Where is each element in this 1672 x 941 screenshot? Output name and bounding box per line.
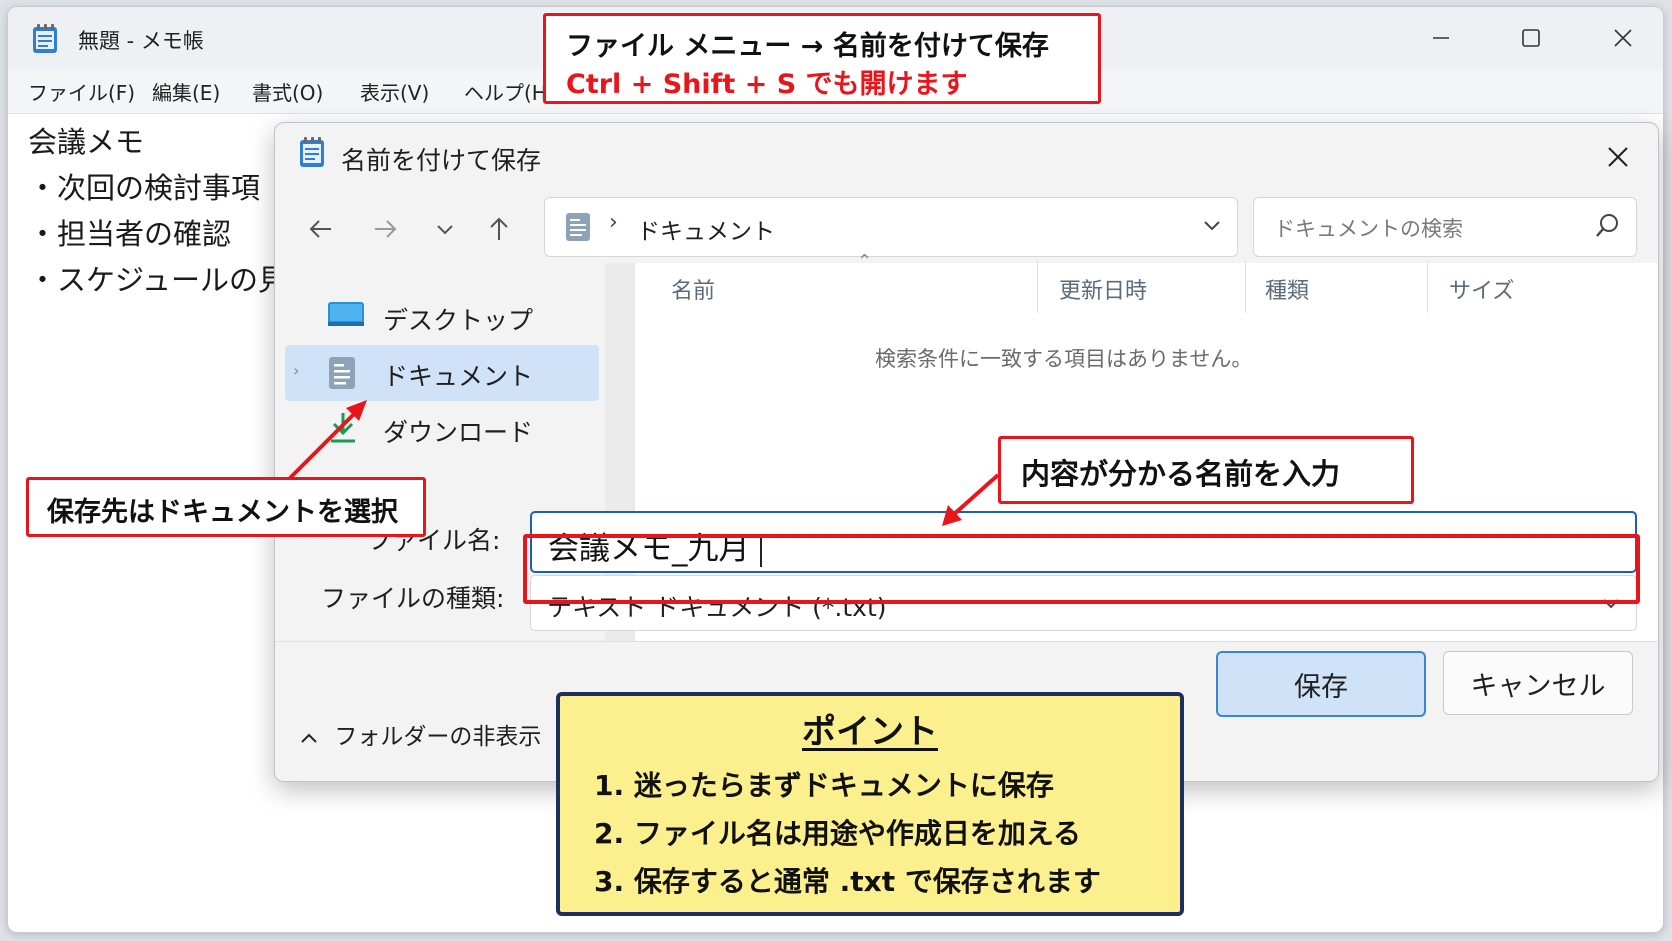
nav-label: ドキュメント [383, 362, 534, 391]
tip-item: 3. 保存すると通常 .txt で保存されます [594, 865, 1101, 898]
callout-text: 保存先はドキュメントを選択 [47, 497, 398, 528]
text-line: ・担当者の確認 [28, 217, 232, 251]
filename-callout: 内容が分かる名前を入力 [998, 436, 1414, 504]
nav-label: デスクトップ [383, 306, 534, 335]
forward-arrow-icon[interactable] [365, 209, 405, 249]
sort-ascending-icon: ⌃ [857, 251, 873, 272]
document-icon [565, 212, 591, 246]
back-arrow-icon[interactable] [301, 209, 341, 249]
text-line: ・スケジュールの見 [28, 263, 287, 297]
menu-file[interactable]: ファイル(F) [28, 77, 135, 106]
column-divider[interactable] [1037, 261, 1038, 313]
dialog-close-button[interactable] [1598, 137, 1638, 177]
search-input[interactable]: ドキュメントの検索 [1274, 213, 1463, 243]
hide-folders-toggle[interactable]: フォルダーの非表示 [299, 717, 541, 751]
nav-label: ダウンロード [383, 418, 534, 447]
save-button[interactable]: 保存 [1216, 651, 1426, 717]
notepad-icon [297, 135, 327, 173]
callout-text: 内容が分かる名前を入力 [1021, 457, 1341, 491]
breadcrumb-current[interactable]: ドキュメント [637, 212, 775, 246]
callout-line-shortcut: Ctrl + Shift + S でも開けます [566, 69, 968, 100]
notepad-text-area[interactable]: 会議メモ ・次回の検討事項 ・担当者の確認 ・スケジュールの見 [28, 119, 287, 303]
nav-item-downloads[interactable]: ダウンロード [285, 401, 599, 457]
expand-chevron-icon[interactable]: › [293, 361, 299, 380]
close-window-button[interactable] [1600, 21, 1646, 55]
dialog-title: 名前を付けて保存 [341, 146, 542, 175]
tips-title: ポイント [802, 712, 938, 752]
save-as-dialog: 名前を付けて保存 › ドキュメント ドキュメントの検索 デスクトップ › ドキュ… [274, 122, 1659, 782]
document-icon [327, 355, 357, 395]
address-bar[interactable]: › ドキュメント [544, 197, 1238, 257]
text-line: 会議メモ [28, 125, 145, 159]
menu-view[interactable]: 表示(V) [360, 77, 429, 106]
download-icon [327, 411, 359, 449]
shortcut-callout: ファイル メニュー → 名前を付けて保存 Ctrl + Shift + S でも… [543, 13, 1101, 104]
up-arrow-icon[interactable] [479, 209, 519, 249]
column-header-size[interactable]: サイズ [1449, 273, 1514, 305]
menu-help[interactable]: ヘルプ(H [464, 77, 547, 106]
search-icon[interactable] [1594, 212, 1622, 244]
chevron-down-icon[interactable] [1201, 214, 1223, 240]
text-line: ・次回の検討事項 [28, 171, 261, 205]
filetype-label: ファイルの種類: [321, 584, 505, 613]
minimize-button[interactable] [1418, 21, 1464, 55]
notepad-title: 無題 - メモ帳 [78, 29, 204, 53]
column-header-name[interactable]: 名前 [671, 273, 715, 305]
filename-highlight-box [523, 534, 1640, 604]
tips-box: ポイント 1. 迷ったらまずドキュメントに保存 2. ファイル名は用途や作成日を… [556, 692, 1184, 916]
nav-item-desktop[interactable]: デスクトップ [285, 289, 599, 345]
location-callout: 保存先はドキュメントを選択 [26, 477, 426, 537]
column-divider[interactable] [1245, 261, 1246, 313]
column-header-type[interactable]: 種類 [1265, 273, 1309, 305]
chevron-up-icon [299, 724, 334, 750]
tip-item: 1. 迷ったらまずドキュメントに保存 [594, 769, 1054, 802]
empty-folder-message: 検索条件に一致する項目はありません。 [875, 347, 1253, 371]
search-box[interactable]: ドキュメントの検索 [1253, 197, 1637, 257]
maximize-button[interactable] [1508, 21, 1554, 55]
nav-item-documents[interactable]: › ドキュメント [285, 345, 599, 401]
column-divider[interactable] [1427, 261, 1428, 313]
column-header-modified[interactable]: 更新日時 [1059, 273, 1147, 305]
recent-chevron-down-icon[interactable] [425, 209, 465, 249]
menu-format[interactable]: 書式(O) [252, 77, 323, 106]
callout-line: ファイル メニュー → 名前を付けて保存 [566, 31, 1049, 62]
breadcrumb-chevron-icon: › [609, 210, 618, 235]
hide-folders-label: フォルダーの非表示 [334, 724, 542, 750]
notepad-icon [30, 23, 60, 59]
menu-edit[interactable]: 編集(E) [152, 77, 220, 106]
desktop-icon [327, 299, 365, 335]
cancel-button[interactable]: キャンセル [1443, 651, 1633, 715]
tip-item: 2. ファイル名は用途や作成日を加える [594, 817, 1082, 850]
